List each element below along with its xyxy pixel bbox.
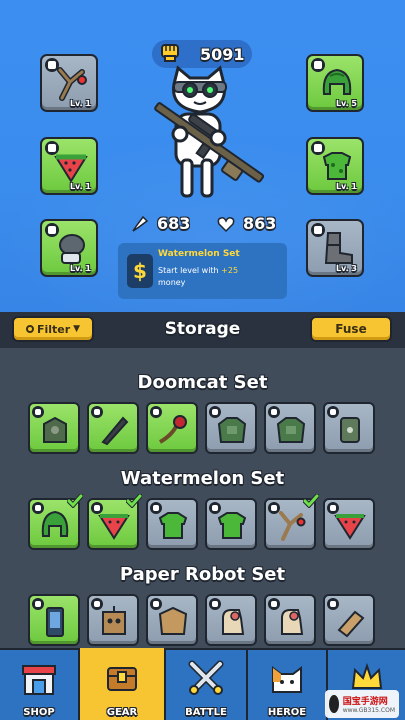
slot-level: Lv. 5 <box>335 99 357 108</box>
box-helmet-icon <box>158 606 188 635</box>
watermelon-helmet-icon <box>41 510 69 537</box>
box-robot-icon <box>102 606 126 635</box>
storage-header: Filter ▼ Storage Fuse <box>0 312 405 348</box>
tab-gear[interactable]: GEAR <box>80 648 166 720</box>
chest-icon <box>107 667 137 691</box>
tab-shop-label: SHOP <box>23 707 55 718</box>
tab-battle[interactable]: BATTLE <box>166 650 248 720</box>
attack-stat: 683 <box>131 214 190 233</box>
tab-heroes-label: HEROE <box>267 707 307 718</box>
storage-item[interactable] <box>87 594 139 646</box>
equip-slot-helmet[interactable]: Lv. 5 <box>306 54 364 112</box>
power-value: 5091 <box>200 44 245 64</box>
equipped-check-icon <box>67 494 83 508</box>
storage-item[interactable] <box>264 494 319 550</box>
watermelon-armor-icon <box>158 512 188 539</box>
knife-icon <box>101 416 129 446</box>
set-title: Watermelon Set <box>120 468 285 489</box>
doom-armor-icon <box>43 416 67 443</box>
doom-chest-icon <box>217 417 247 443</box>
equipped-check-icon <box>303 494 319 508</box>
set-bonus-panel: $ Watermelon Set Start level with +25 mon… <box>118 243 287 299</box>
set-bonus-desc: Start level with +25 money <box>158 266 239 287</box>
storage-item[interactable] <box>28 402 80 454</box>
storage-item[interactable] <box>264 402 316 454</box>
boot-icon <box>324 232 353 264</box>
attack-value: 683 <box>157 214 191 233</box>
hero-area: 5091 Lv. 1 Lv. 1 Lv. 1 Lv. 5 Lv. 1 Lv. 3… <box>0 0 405 312</box>
paper-glove-icon <box>222 609 245 635</box>
doom-shield-icon <box>340 417 360 443</box>
paper-glove-icon <box>281 609 304 635</box>
heart-icon <box>217 216 235 232</box>
set-title: Doomcat Set <box>137 372 268 393</box>
set-bonus-title: Watermelon Set <box>158 249 240 259</box>
slingshot-icon <box>57 67 87 101</box>
equip-slot-glove[interactable]: Lv. 1 <box>40 219 98 277</box>
money-icon: $ <box>127 254 153 288</box>
rocket-icon <box>132 215 149 232</box>
shop-icon <box>22 665 56 695</box>
slot-level: Lv. 1 <box>335 182 357 191</box>
health-stat: 863 <box>217 214 276 233</box>
storage-item[interactable] <box>87 402 139 454</box>
equip-slot-boots[interactable]: Lv. 3 <box>306 219 364 277</box>
fuse-button[interactable]: Fuse <box>310 316 392 342</box>
equip-slot-weapon[interactable]: Lv. 1 <box>40 54 98 112</box>
storage-item[interactable] <box>146 402 198 454</box>
slot-level: Lv. 1 <box>69 182 91 191</box>
armor-icon <box>322 152 352 180</box>
storage-item[interactable] <box>205 594 257 646</box>
watermelon-slice-icon <box>98 514 130 540</box>
crossed-swords-icon <box>188 660 224 695</box>
cat-face-icon <box>272 666 302 693</box>
storage-item[interactable] <box>323 594 375 646</box>
storage-item[interactable] <box>323 498 375 550</box>
tab-heroes[interactable]: HEROE <box>248 650 328 720</box>
slot-level: Lv. 1 <box>69 264 91 273</box>
watermelon-armor-icon <box>217 512 247 539</box>
equipped-check-icon <box>126 494 142 508</box>
fist-icon <box>161 44 179 62</box>
phone-icon <box>46 607 64 637</box>
storage-item[interactable] <box>205 498 257 550</box>
health-value: 863 <box>243 214 277 233</box>
storage-item[interactable] <box>28 494 83 550</box>
slingshot-icon <box>279 511 306 541</box>
bottom-nav: SHOP GEAR BATTLE HEROE 国宝手游网 www.GB315.C… <box>0 648 405 720</box>
storage-panel: Doomcat Set Watermelon Set Paper Robot Set <box>0 348 405 648</box>
storage-item[interactable] <box>264 594 316 646</box>
tab-shop[interactable]: SHOP <box>0 650 80 720</box>
helmet-icon <box>322 68 352 95</box>
tab-battle-label: BATTLE <box>185 707 227 718</box>
watermark-line2: www.GB315.COM <box>342 707 395 714</box>
cat-hero-icon[interactable] <box>138 64 278 214</box>
doom-chest-icon <box>276 417 306 443</box>
storage-item[interactable] <box>205 402 257 454</box>
grenade-glove-icon <box>59 234 85 264</box>
storage-item[interactable] <box>146 498 198 550</box>
watermelon-slice-icon <box>334 514 366 540</box>
storage-item[interactable] <box>28 594 80 646</box>
storage-item[interactable] <box>87 494 142 550</box>
rose-whip-icon <box>158 415 187 444</box>
watermark-line1: 国宝手游网 <box>342 697 388 707</box>
set-title: Paper Robot Set <box>119 564 286 585</box>
tab-gear-label: GEAR <box>106 707 138 718</box>
paper-arm-icon <box>337 610 365 638</box>
storage-item[interactable] <box>146 594 198 646</box>
watermelon-slice-icon <box>54 154 88 183</box>
slot-level: Lv. 1 <box>69 99 91 108</box>
slot-level: Lv. 3 <box>335 264 357 273</box>
storage-item[interactable] <box>323 402 375 454</box>
equip-slot-accessory[interactable]: Lv. 1 <box>40 137 98 195</box>
watermark-logo: 国宝手游网 www.GB315.COM <box>325 690 399 718</box>
equip-slot-armor[interactable]: Lv. 1 <box>306 137 364 195</box>
